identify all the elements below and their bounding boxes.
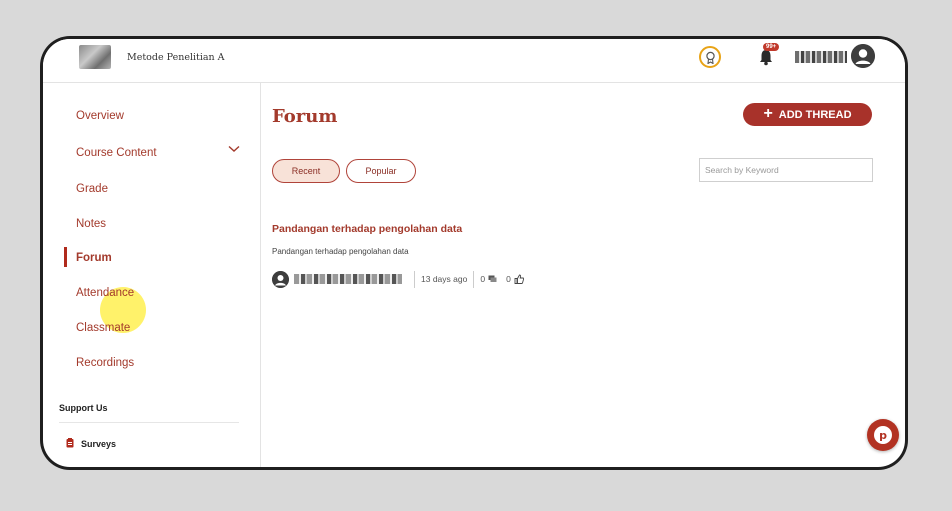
tab-recent[interactable]: Recent xyxy=(272,159,340,183)
user-avatar-icon[interactable] xyxy=(851,44,875,68)
notification-badge: 99+ xyxy=(763,43,780,51)
thread-time: 13 days ago xyxy=(421,274,468,284)
sidebar-item-notes[interactable]: Notes xyxy=(76,218,106,230)
search-input[interactable] xyxy=(699,158,873,182)
add-thread-button[interactable]: + ADD THREAD xyxy=(743,103,872,126)
page-title: Forum xyxy=(272,106,338,127)
comment-count: 0 xyxy=(480,274,486,284)
meta-divider xyxy=(414,270,415,288)
sidebar-item-attendance[interactable]: Attendance xyxy=(76,287,134,299)
user-name-blurred[interactable] xyxy=(795,51,847,63)
support-heading: Support Us xyxy=(59,403,108,413)
tab-popular[interactable]: Popular xyxy=(346,159,416,183)
sidebar-item-overview[interactable]: Overview xyxy=(76,110,124,122)
plus-icon: + xyxy=(763,104,773,122)
sidebar: Overview Course Content Grade Notes Foru… xyxy=(43,83,261,467)
help-icon: p xyxy=(874,426,892,444)
help-button[interactable]: p xyxy=(867,419,899,451)
award-icon[interactable] xyxy=(699,46,721,68)
like-count: 0 xyxy=(506,274,511,284)
active-indicator xyxy=(64,247,67,267)
chevron-down-icon[interactable] xyxy=(228,145,240,153)
sidebar-item-surveys[interactable]: Surveys xyxy=(81,439,116,449)
sidebar-item-recordings[interactable]: Recordings xyxy=(76,357,134,369)
survey-icon xyxy=(66,438,74,448)
top-bar: Metode Penelitian A 99+ xyxy=(43,39,905,83)
app-screen: Metode Penelitian A 99+ Overview Course … xyxy=(43,39,905,467)
author-avatar-icon xyxy=(272,270,289,288)
thread-meta: 13 days ago 0 0 xyxy=(272,270,527,288)
device-frame: Metode Penelitian A 99+ Overview Course … xyxy=(40,36,908,470)
sidebar-item-course-content[interactable]: Course Content xyxy=(76,147,157,159)
sidebar-item-classmate[interactable]: Classmate xyxy=(76,322,130,334)
course-thumbnail[interactable] xyxy=(79,45,111,69)
course-title[interactable]: Metode Penelitian A xyxy=(127,52,225,63)
thumbs-up-icon[interactable] xyxy=(514,274,524,284)
meta-divider xyxy=(473,270,475,288)
sidebar-divider xyxy=(59,422,239,423)
add-thread-label: ADD THREAD xyxy=(778,108,852,121)
thread-title[interactable]: Pandangan terhadap pengolahan data xyxy=(272,223,462,235)
thread-description: Pandangan terhadap pengolahan data xyxy=(272,247,409,256)
sidebar-item-grade[interactable]: Grade xyxy=(76,183,108,195)
sidebar-item-forum[interactable]: Forum xyxy=(76,252,112,264)
comment-icon xyxy=(488,275,497,282)
author-name-blurred xyxy=(294,274,402,284)
